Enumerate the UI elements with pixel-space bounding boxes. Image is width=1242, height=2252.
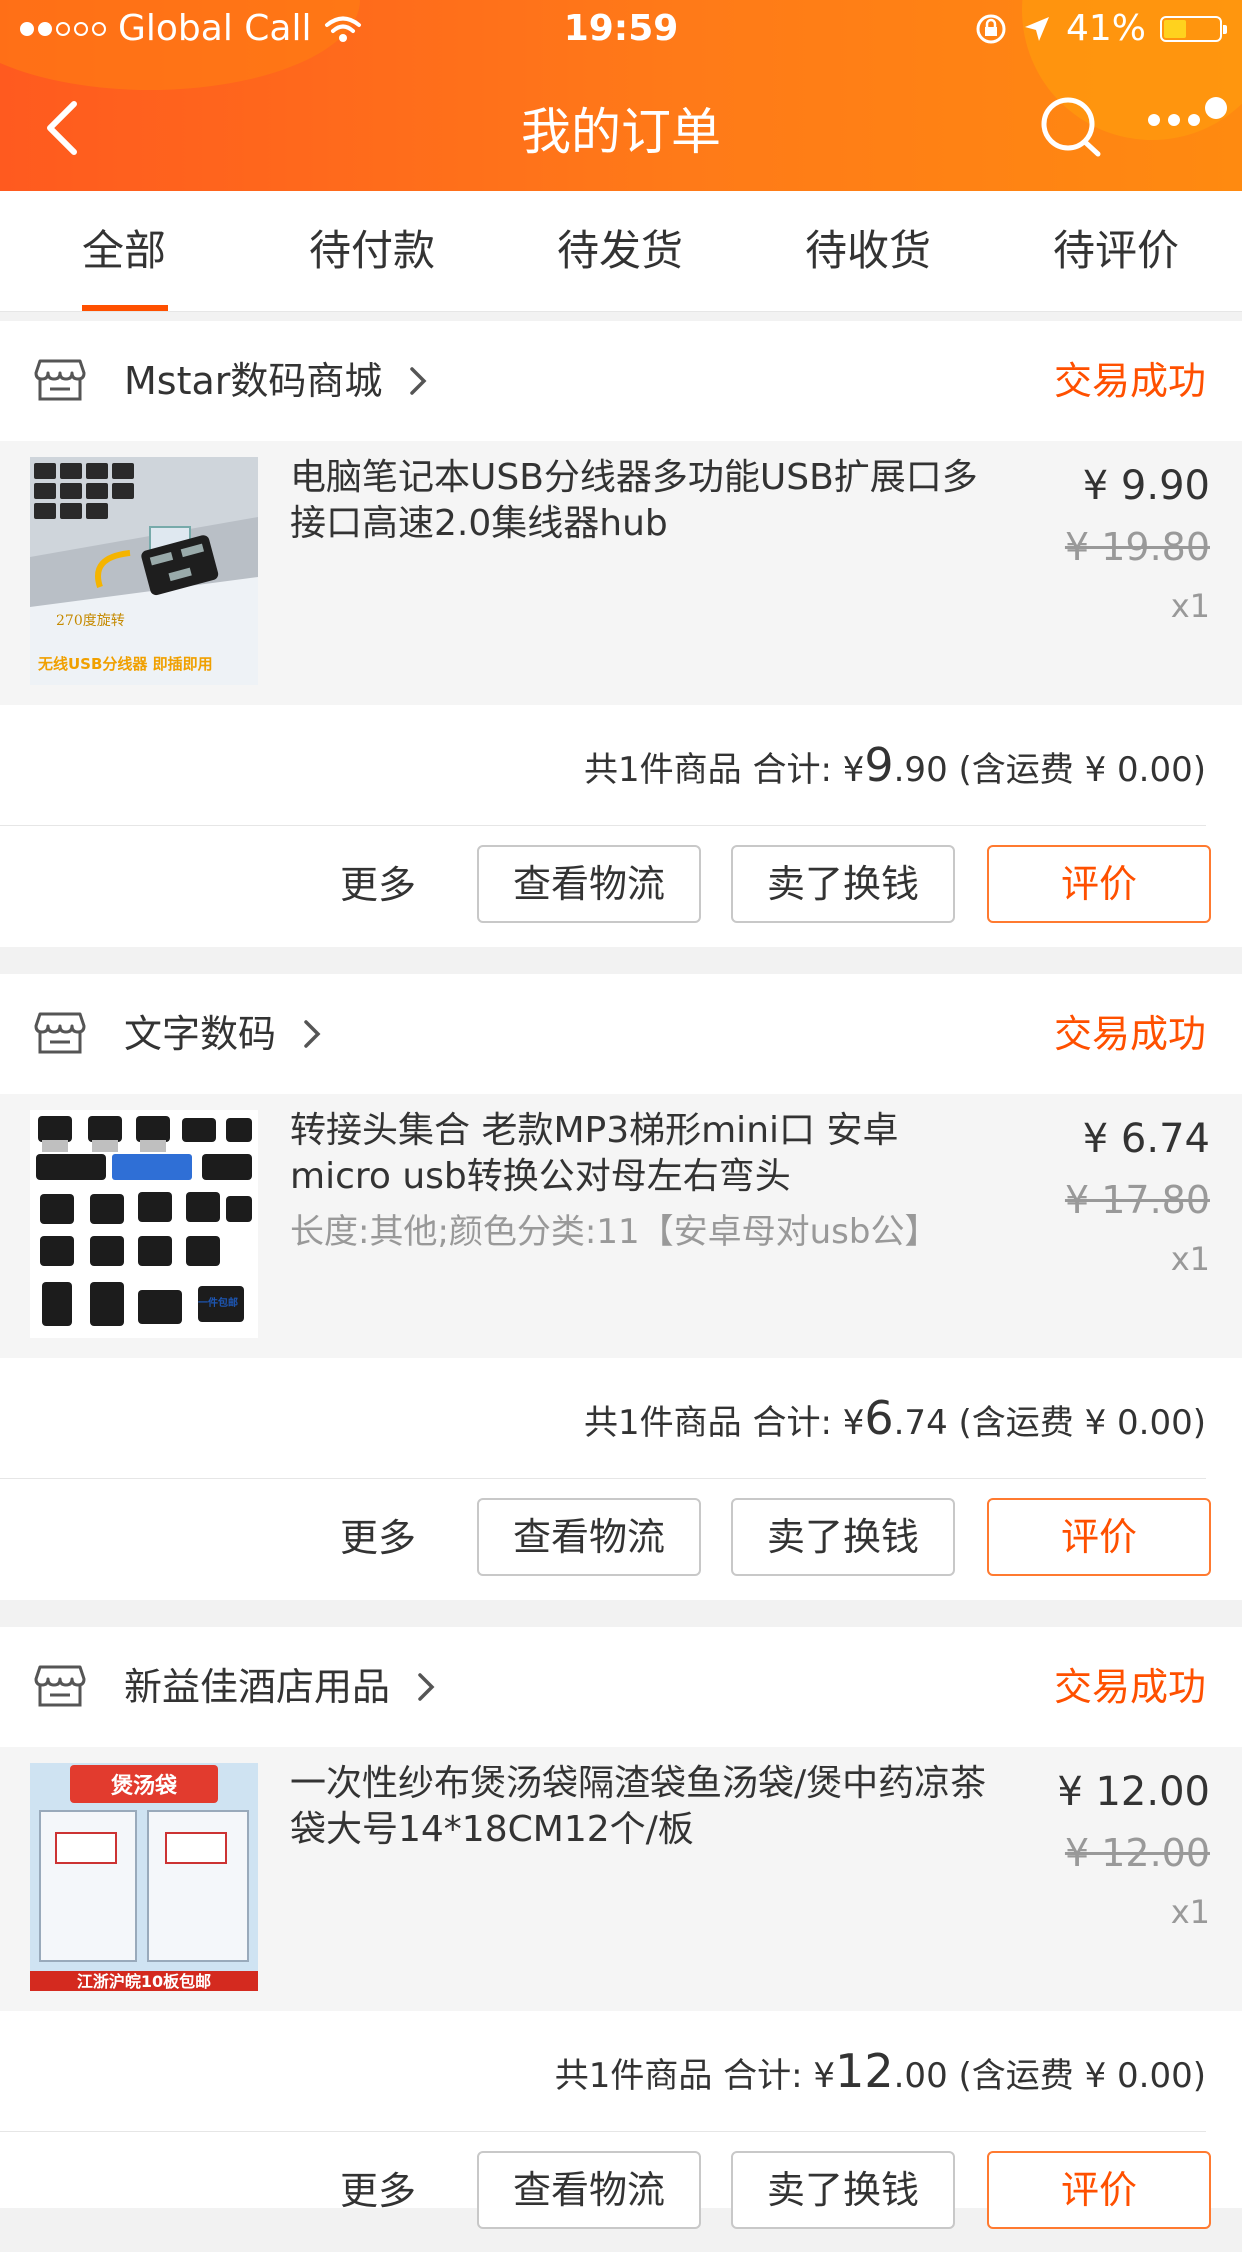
shop-header[interactable]: 文字数码 交易成功 [0,974,1242,1094]
total-integer: 9 [864,738,894,792]
order-card: 新益佳酒店用品 交易成功 煲汤袋 江浙沪皖10板包邮 一次性纱布煲汤袋隔渣袋鱼汤… [0,1627,1242,2229]
resell-button[interactable]: 卖了换钱 [731,2151,955,2229]
more-menu-button[interactable] [1146,92,1230,152]
order-summary: 共1件商品 合计: ¥12.00 (含运费 ¥ 0.00) [0,2011,1206,2132]
item-price: ¥ 9.90 [1082,463,1210,509]
item-quantity: x1 [1170,1240,1210,1278]
order-status: 交易成功 [1053,359,1206,403]
header: Global Call 19:59 41% 我的订单 [0,0,1242,191]
tab-pending-review[interactable]: 待评价 [992,191,1240,311]
thumb-caption: 一件包邮 [198,1296,238,1309]
order-status: 交易成功 [1053,1012,1206,1056]
order-card: 文字数码 交易成功 一件包邮 转接头集合 老款MP3梯形mini口 安卓micr… [0,974,1242,1600]
shipping-fee: (含运费 ¥ 0.00) [958,2056,1206,2096]
tab-label: 待发货 [556,226,683,275]
search-icon [1041,97,1101,157]
resell-button[interactable]: 卖了换钱 [731,1498,955,1576]
tab-pending-payment[interactable]: 待付款 [248,191,496,311]
order-actions: 更多 查看物流 卖了换钱 评价 [0,826,1242,946]
tab-pending-shipment[interactable]: 待发货 [496,191,744,311]
more-button[interactable]: 更多 [340,1507,416,1562]
total-decimal: .90 [893,750,948,790]
store-icon [34,1665,86,1707]
status-bar: Global Call 19:59 41% [0,0,1242,62]
shop-name: 文字数码 [124,1012,277,1056]
original-price: ¥ 19.80 [1064,525,1210,569]
order-card: Mstar数码商城 交易成功 270度旋转 无线USB分线器 即插即用 电脑笔记… [0,321,1242,947]
more-dots-icon [1148,97,1227,126]
item-quantity: x1 [1170,587,1210,625]
thumb-caption: 煲汤袋 [111,1773,178,1799]
item-price: ¥ 6.74 [1082,1116,1210,1162]
order-summary: 共1件商品 合计: ¥9.90 (含运费 ¥ 0.00) [0,705,1206,826]
tab-all[interactable]: 全部 [0,191,248,311]
order-item[interactable]: 270度旋转 无线USB分线器 即插即用 电脑笔记本USB分线器多功能USB扩展… [0,441,1242,705]
order-item[interactable]: 一件包邮 转接头集合 老款MP3梯形mini口 安卓micro usb转换公对母… [0,1094,1242,1358]
resell-button[interactable]: 卖了换钱 [731,845,955,923]
review-button[interactable]: 评价 [987,845,1211,923]
view-logistics-button[interactable]: 查看物流 [477,845,701,923]
product-title: 一次性纱布煲汤袋隔渣袋鱼汤袋/煲中药凉茶袋大号14*18CM12个/板 [290,1763,987,1850]
tab-label: 全部 [81,226,166,275]
tab-label: 待付款 [308,226,435,275]
shop-header[interactable]: 新益佳酒店用品 交易成功 [0,1627,1242,1747]
location-icon [1022,14,1052,44]
product-thumbnail[interactable]: 煲汤袋 江浙沪皖10板包邮 [30,1763,258,1991]
item-quantity: x1 [1170,1893,1210,1931]
shipping-fee: (含运费 ¥ 0.00) [958,1403,1206,1443]
battery-icon [1160,15,1227,42]
chevron-right-icon [418,1673,435,1701]
more-button[interactable]: 更多 [340,2160,416,2215]
order-status: 交易成功 [1053,1665,1206,1709]
review-button[interactable]: 评价 [987,2151,1211,2229]
view-logistics-button[interactable]: 查看物流 [477,2151,701,2229]
search-button[interactable] [1038,94,1104,160]
total-integer: 6 [864,1391,894,1445]
total-integer: 12 [835,2044,894,2098]
item-price: ¥ 12.00 [1057,1769,1210,1815]
summary-prefix: 共1件商品 合计: ¥ [584,1403,865,1443]
tab-label: 待评价 [1052,226,1179,275]
rotation-lock-icon [974,12,1008,46]
shop-name: Mstar数码商城 [124,359,383,403]
thumb-caption: 无线USB分线器 即插即用 [37,655,213,673]
shop-name: 新益佳酒店用品 [124,1665,391,1709]
chevron-right-icon [304,1020,321,1048]
summary-prefix: 共1件商品 合计: ¥ [554,2056,836,2096]
view-logistics-button[interactable]: 查看物流 [477,1498,701,1576]
battery-label: 41% [1065,8,1146,49]
product-title: 转接头集合 老款MP3梯形mini口 安卓micro usb转换公对母左右弯头 [290,1110,899,1197]
store-icon [34,359,86,401]
store-icon [34,1012,86,1054]
order-item[interactable]: 煲汤袋 江浙沪皖10板包邮 一次性纱布煲汤袋隔渣袋鱼汤袋/煲中药凉茶袋大号14*… [0,1747,1242,2011]
order-summary: 共1件商品 合计: ¥6.74 (含运费 ¥ 0.00) [0,1358,1206,1479]
thumb-caption: 270度旋转 [56,613,125,629]
order-tabs: 全部 待付款 待发货 待收货 待评价 [0,191,1242,312]
more-button[interactable]: 更多 [340,854,416,909]
shipping-fee: (含运费 ¥ 0.00) [958,750,1206,790]
order-actions: 更多 查看物流 卖了换钱 评价 [0,2132,1242,2252]
total-decimal: .00 [893,2056,948,2096]
summary-prefix: 共1件商品 合计: ¥ [584,750,865,790]
product-thumbnail[interactable]: 270度旋转 无线USB分线器 即插即用 [30,457,258,685]
original-price: ¥ 12.00 [1064,1831,1210,1875]
nav-bar: 我的订单 [0,62,1242,191]
active-tab-indicator [82,305,168,311]
review-button[interactable]: 评价 [987,1498,1211,1576]
chevron-right-icon [410,367,427,395]
thumb-caption: 江浙沪皖10板包邮 [77,1972,211,1991]
tab-label: 待收货 [804,226,931,275]
shop-header[interactable]: Mstar数码商城 交易成功 [0,321,1242,441]
original-price: ¥ 17.80 [1064,1178,1210,1222]
tab-pending-receipt[interactable]: 待收货 [744,191,992,311]
product-title: 电脑笔记本USB分线器多功能USB扩展口多接口高速2.0集线器hub [290,457,978,544]
total-decimal: .74 [893,1403,948,1443]
order-actions: 更多 查看物流 卖了换钱 评价 [0,1479,1242,1599]
product-sku: 长度:其他;颜色分类:11【安卓母对usb公】 [290,1212,939,1252]
product-thumbnail[interactable]: 一件包邮 [30,1110,258,1338]
